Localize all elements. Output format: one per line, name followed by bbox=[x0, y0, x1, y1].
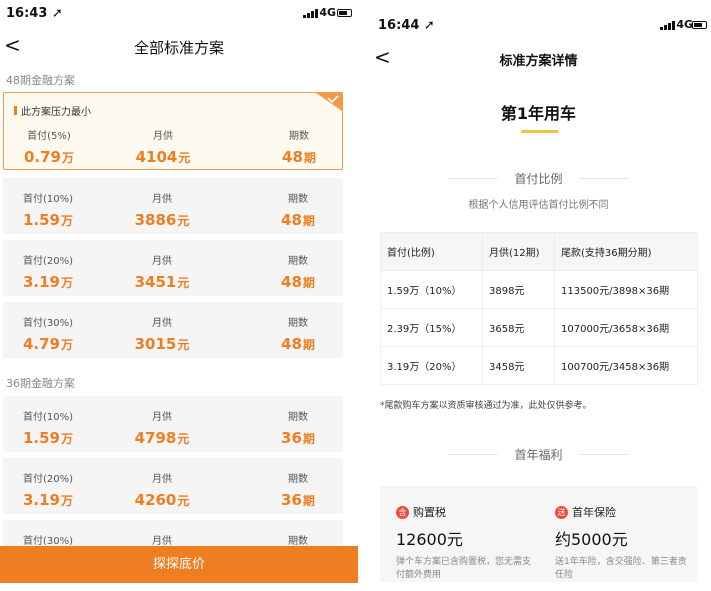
table-cell: 3.19万（20%） bbox=[380, 346, 483, 385]
benefit-section-title: 首年福利 bbox=[366, 446, 711, 463]
year-title: 第1年用车 bbox=[500, 104, 577, 123]
disclaimer-note: *尾款购车方案以资质审核通过为准，此处仅供参考。 bbox=[380, 401, 592, 411]
monthly-col: 月供 4798元 bbox=[134, 412, 190, 447]
network-type: 4G bbox=[676, 18, 693, 31]
plan-card[interactable]: 首付(10%) 1.59万 月供 4798元 期数 36期 bbox=[3, 396, 343, 452]
down-payment-subtitle: 根据个人信用评估首付比例不同 bbox=[468, 200, 609, 211]
table-cell: 3658元 bbox=[482, 308, 555, 347]
page-title: 全部标准方案 bbox=[133, 39, 224, 57]
benefit-amount: 约5000元 bbox=[555, 530, 628, 549]
benefit-insurance: 送首年保险 约5000元 送1年车险，含交强险、第三者责任险 bbox=[555, 504, 695, 582]
down-payment-section-title: 首付比例 bbox=[366, 170, 711, 187]
benefit-purchase-tax: 含购置税 12600元 弹个车方案已含购置税，您无需支付额外费用 bbox=[396, 504, 536, 582]
signal-icon bbox=[303, 9, 318, 18]
term-col: 期数 48期 bbox=[281, 318, 315, 353]
monthly-col: 月供 4104元 bbox=[135, 131, 191, 166]
benefit-name: 购置税 bbox=[413, 506, 446, 519]
plan-table: 首付(比例) 月供(12期) 尾款(支持36期分期) 1.59万（10%） 38… bbox=[380, 232, 698, 385]
benefit-desc: 弹个车方案已含购置税，您无需支付额外费用 bbox=[396, 557, 532, 580]
benefit-name: 首年保险 bbox=[572, 506, 616, 519]
term-col: 期数 48期 bbox=[282, 131, 316, 166]
monthly-col: 月供 3886元 bbox=[134, 194, 190, 229]
status-bar: 16:43 ➚ 4G bbox=[0, 0, 358, 30]
table-cell: 3458元 bbox=[482, 346, 555, 385]
down-payment-col: 首付(30%) 4.79万 bbox=[22, 318, 74, 353]
monthly-col: 月供 3451元 bbox=[134, 256, 190, 291]
table-cell: 107000元/3658×36期 bbox=[554, 308, 698, 347]
down-payment-col: 首付(20%) 3.19万 bbox=[22, 474, 74, 509]
table-header-cell: 月供(12期) bbox=[482, 232, 555, 271]
table-cell: 100700元/3458×36期 bbox=[554, 346, 698, 385]
included-badge-icon: 含 bbox=[396, 505, 409, 519]
title-underline bbox=[521, 130, 559, 133]
network-type: 4G bbox=[319, 6, 336, 19]
table-header-cell: 首付(比例) bbox=[380, 232, 483, 271]
location-arrow-icon: ➚ bbox=[51, 6, 63, 21]
down-payment-col: 首付(5%) 0.79万 bbox=[23, 131, 75, 166]
status-time: 16:44 ➚ bbox=[378, 18, 435, 33]
table-row: 1.59万（10%） 3898元 113500元/3898×36期 bbox=[380, 270, 698, 309]
location-arrow-icon: ➚ bbox=[423, 18, 435, 33]
table-header-cell: 尾款(支持36期分期) bbox=[554, 232, 698, 271]
monthly-col: 月供 3015元 bbox=[134, 318, 190, 353]
plan-card[interactable]: 首付(10%) 1.59万 月供 3886元 期数 48期 bbox=[3, 178, 343, 234]
gift-badge-icon: 送 bbox=[555, 505, 568, 519]
table-cell: 2.39万（15%） bbox=[380, 308, 483, 347]
table-header-row: 首付(比例) 月供(12期) 尾款(支持36期分期) bbox=[380, 232, 698, 271]
table-row: 3.19万（20%） 3458元 100700元/3458×36期 bbox=[380, 346, 698, 385]
battery-icon bbox=[337, 9, 352, 17]
benefits-box: 含购置税 12600元 弹个车方案已含购置税，您无需支付额外费用 送首年保险 约… bbox=[380, 486, 698, 582]
plans-list-screen: 16:43 ➚ 4G < 全部标准方案 48期金融方案 此方案压力最小 首付(5%… bbox=[0, 0, 358, 591]
table-cell: 3898元 bbox=[482, 270, 555, 309]
table-cell: 1.59万（10%） bbox=[380, 270, 483, 309]
down-payment-col: 首付(10%) 1.59万 bbox=[22, 194, 74, 229]
check-lowest-price-button[interactable]: 探探底价 bbox=[0, 546, 358, 583]
term-col: 期数 36期 bbox=[281, 412, 315, 447]
plan-card[interactable]: 首付(30%) 4.79万 月供 3015元 期数 48期 bbox=[3, 302, 343, 358]
status-bar: 16:44 ➚ 4G bbox=[366, 0, 711, 33]
plan-detail-screen: 16:44 ➚ 4G < 标准方案详情 第1年用车 首付比例 根据个人信用评估首… bbox=[366, 0, 711, 591]
table-cell: 113500元/3898×36期 bbox=[554, 270, 698, 309]
signal-icon bbox=[660, 21, 675, 30]
status-time: 16:43 ➚ bbox=[6, 6, 63, 21]
plan-card[interactable]: 首付(20%) 3.19万 月供 4260元 期数 36期 bbox=[3, 458, 343, 514]
checkmark-icon bbox=[316, 93, 342, 111]
down-payment-col: 首付(10%) 1.59万 bbox=[22, 412, 74, 447]
down-payment-col: 首付(20%) 3.19万 bbox=[22, 256, 74, 291]
section-title-48: 48期金融方案 bbox=[6, 74, 75, 87]
page-title: 标准方案详情 bbox=[499, 54, 578, 69]
lowest-pressure-tip: 此方案压力最小 bbox=[14, 103, 91, 118]
benefit-amount: 12600元 bbox=[396, 530, 463, 549]
battery-icon bbox=[692, 21, 707, 29]
benefit-desc: 送1年车险，含交强险、第三者责任险 bbox=[555, 557, 687, 580]
table-row: 2.39万（15%） 3658元 107000元/3658×36期 bbox=[380, 308, 698, 347]
section-title-36: 36期金融方案 bbox=[6, 377, 75, 390]
plan-card[interactable]: 首付(20%) 3.19万 月供 3451元 期数 48期 bbox=[3, 240, 343, 296]
term-col: 期数 48期 bbox=[281, 194, 315, 229]
term-col: 期数 48期 bbox=[281, 256, 315, 291]
term-col: 期数 36期 bbox=[281, 474, 315, 509]
plan-card[interactable]: 此方案压力最小首付(5%) 0.79万 月供 4104元 期数 48期 bbox=[3, 92, 343, 170]
monthly-col: 月供 4260元 bbox=[134, 474, 190, 509]
